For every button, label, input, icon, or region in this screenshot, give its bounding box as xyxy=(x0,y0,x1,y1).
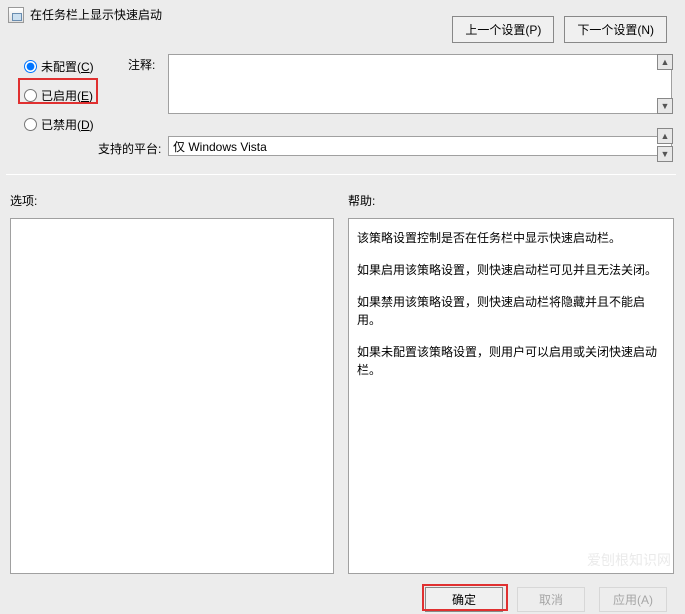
radio-disabled-input[interactable] xyxy=(24,118,37,131)
options-panel xyxy=(10,218,334,574)
help-panel: 该策略设置控制是否在任务栏中显示快速启动栏。 如果启用该策略设置，则快速启动栏可… xyxy=(348,218,674,574)
radio-disabled-label: 已禁用(D) xyxy=(41,116,94,133)
cancel-button[interactable]: 取消 xyxy=(517,587,585,612)
ok-button[interactable]: 确定 xyxy=(425,587,503,612)
platform-scroll-up-icon[interactable]: ▲ xyxy=(657,128,673,144)
page-title: 在任务栏上显示快速启动 xyxy=(30,6,162,23)
help-line: 如果未配置该策略设置，则用户可以启用或关闭快速启动栏。 xyxy=(357,343,665,379)
help-line: 该策略设置控制是否在任务栏中显示快速启动栏。 xyxy=(357,229,665,247)
next-setting-button[interactable]: 下一个设置(N) xyxy=(564,16,667,43)
radio-enabled-label: 已启用(E) xyxy=(41,87,93,104)
bottom-buttons: 确定 取消 应用(A) xyxy=(425,587,667,612)
platform-label: 支持的平台: xyxy=(98,140,161,157)
radio-not-configured-input[interactable] xyxy=(24,60,37,73)
radio-not-configured-label: 未配置(C) xyxy=(41,58,94,75)
help-label: 帮助: xyxy=(348,192,375,209)
radio-group: 未配置(C) 已启用(E) 已禁用(D) xyxy=(24,58,94,133)
help-line: 如果启用该策略设置，则快速启动栏可见并且无法关闭。 xyxy=(357,261,665,279)
comment-textarea[interactable] xyxy=(168,54,672,114)
divider xyxy=(6,174,676,175)
radio-not-configured[interactable]: 未配置(C) xyxy=(24,58,94,75)
radio-enabled[interactable]: 已启用(E) xyxy=(24,87,94,104)
radio-enabled-input[interactable] xyxy=(24,89,37,102)
help-line: 如果禁用该策略设置，则快速启动栏将隐藏并且不能启用。 xyxy=(357,293,665,329)
comment-label: 注释: xyxy=(128,56,155,73)
apply-button[interactable]: 应用(A) xyxy=(599,587,667,612)
comment-scroll-up-icon[interactable]: ▲ xyxy=(657,54,673,70)
comment-scroll-down-icon[interactable]: ▼ xyxy=(657,98,673,114)
radio-disabled[interactable]: 已禁用(D) xyxy=(24,116,94,133)
options-label: 选项: xyxy=(10,192,37,209)
platform-scroll-down-icon[interactable]: ▼ xyxy=(657,146,673,162)
policy-icon xyxy=(8,7,24,23)
platform-value: 仅 Windows Vista xyxy=(168,136,672,156)
nav-buttons: 上一个设置(P) 下一个设置(N) xyxy=(452,16,667,43)
prev-setting-button[interactable]: 上一个设置(P) xyxy=(452,16,554,43)
